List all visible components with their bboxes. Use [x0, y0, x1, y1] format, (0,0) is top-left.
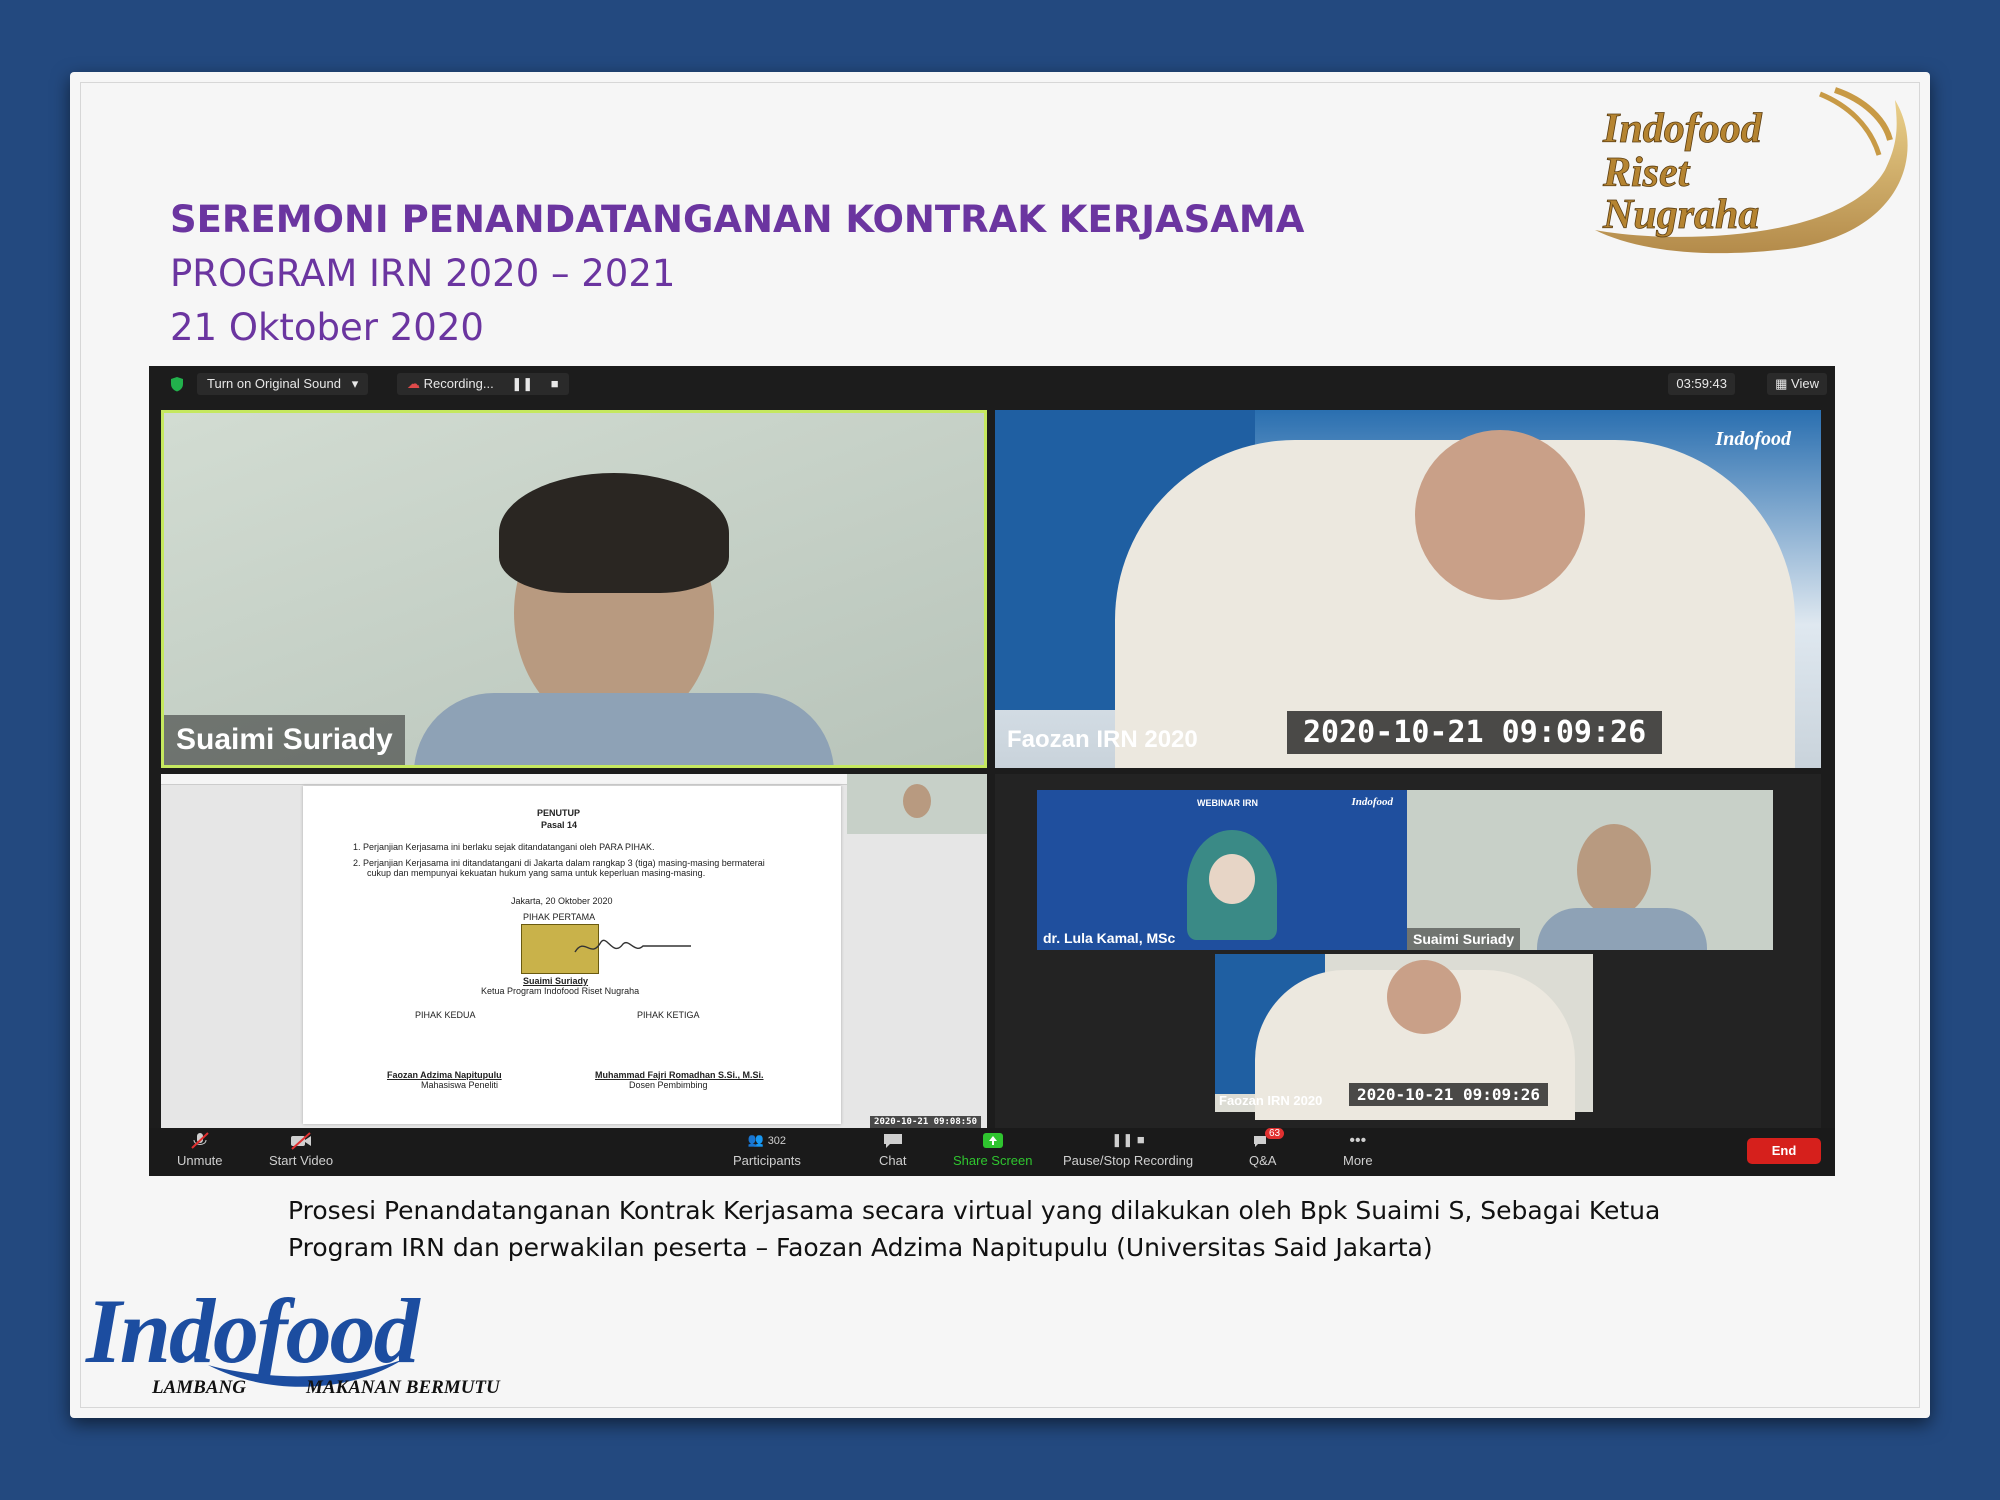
slide-date: 21 Oktober 2020	[170, 306, 484, 349]
timestamp-overlay: 2020-10-21 09:08:50	[870, 1116, 981, 1128]
unmute-button[interactable]: Unmute	[177, 1132, 223, 1168]
slide-title: SEREMONI PENANDATANGANAN KONTRAK KERJASA…	[170, 198, 1305, 241]
participant-name-label: Faozan IRN 2020	[1219, 1093, 1323, 1108]
participant-face	[1209, 854, 1255, 904]
doc-signer-2: Faozan Adzima Napitupulu	[387, 1070, 502, 1080]
more-button[interactable]: ••• More	[1343, 1132, 1373, 1168]
stop-icon[interactable]: ■	[551, 376, 559, 391]
pause-icon[interactable]: ❚❚	[511, 376, 533, 391]
svg-text:Riset: Riset	[1602, 150, 1691, 196]
doc-heading: PENUTUP	[537, 808, 581, 818]
microphone-muted-icon	[191, 1132, 209, 1149]
start-video-button[interactable]: Start Video	[269, 1132, 333, 1168]
zoom-meeting-window: Turn on Original Sound ▾ ☁ Recording... …	[149, 366, 1835, 1176]
timestamp-overlay: 2020-10-21 09:09:26	[1287, 711, 1663, 754]
participant-name-label: Faozan IRN 2020	[1007, 726, 1198, 753]
webinar-label: WEBINAR IRN	[1197, 798, 1258, 808]
share-screen-button[interactable]: Share Screen	[953, 1132, 1033, 1168]
ellipsis-icon: •••	[1349, 1132, 1367, 1149]
participant-face	[1415, 430, 1585, 600]
participant-name-label: Suaimi Suriady	[164, 715, 405, 765]
doc-signer-3-role: Dosen Pembimbing	[629, 1080, 708, 1090]
chat-icon	[883, 1134, 902, 1148]
end-meeting-button[interactable]: End	[1747, 1138, 1821, 1164]
doc-item-2-cont: cukup dan mempunyai kekuatan hukum yang …	[367, 868, 706, 878]
shield-icon[interactable]	[169, 376, 185, 392]
participant-shirt	[414, 693, 834, 765]
thumbnail-face	[903, 784, 931, 818]
doc-signer-3: Muhammad Fajri Romadhan S.Si., M.Si.	[595, 1070, 764, 1080]
gallery-view-tile[interactable]: WEBINAR IRN Indofood dr. Lula Kamal, MSc…	[995, 774, 1821, 1128]
indofood-logo: Indofood LAMBANG MAKANAN BERMUTU	[86, 1285, 506, 1410]
meeting-timer: 03:59:43	[1668, 373, 1735, 395]
video-thumbnail-faozan: Faozan IRN 2020 2020-10-21 09:09:26	[1215, 954, 1593, 1120]
view-button[interactable]: ▦ View	[1767, 373, 1827, 395]
doc-pasal: Pasal 14	[541, 820, 578, 830]
participant-face	[1387, 960, 1461, 1034]
signature	[574, 939, 691, 953]
share-screen-icon	[982, 1133, 1003, 1148]
participants-button[interactable]: 👥 302 Participants	[733, 1132, 801, 1168]
logo-tagline-left: LAMBANG	[152, 1377, 246, 1398]
mini-video-thumbnail[interactable]	[847, 774, 987, 834]
doc-place-date: Jakarta, 20 Oktober 2020	[511, 896, 613, 906]
recording-indicator[interactable]: ☁ Recording... ❚❚ ■	[397, 373, 569, 395]
participants-count: 302	[767, 1135, 787, 1147]
zoom-top-bar: Turn on Original Sound ▾ ☁ Recording... …	[149, 366, 1835, 402]
doc-pihak-2: PIHAK KEDUA	[415, 1010, 476, 1020]
indofood-badge: Indofood	[1351, 796, 1393, 808]
video-thumbnail-suaimi: Suaimi Suriady	[1407, 790, 1773, 950]
participant-face	[1577, 824, 1651, 916]
timestamp-overlay: 2020-10-21 09:09:26	[1349, 1083, 1549, 1106]
video-tile-suaimi[interactable]: Suaimi Suriady	[161, 410, 987, 768]
grid-icon: ▦	[1775, 376, 1788, 391]
pause-stop-recording-button[interactable]: ❚❚ ■ Pause/Stop Recording	[1063, 1132, 1193, 1168]
doc-signer-2-role: Mahasiswa Peneliti	[421, 1080, 499, 1090]
indofood-badge: Indofood	[1715, 428, 1791, 450]
svg-text:Nugraha: Nugraha	[1602, 192, 1759, 238]
webinar-slide-background: WEBINAR IRN Indofood dr. Lula Kamal, MSc	[1037, 790, 1407, 950]
caption-line-2: Program IRN dan perwakilan peserta – Fao…	[288, 1233, 1433, 1262]
slide-subtitle: PROGRAM IRN 2020 – 2021	[170, 252, 676, 295]
qa-badge: 63	[1265, 1128, 1285, 1139]
cloud-icon: ☁	[407, 376, 420, 391]
doc-item-1: 1. Perjanjian Kerjasama ini berlaku seja…	[353, 842, 655, 852]
contract-page: PENUTUP Pasal 14 1. Perjanjian Kerjasama…	[303, 786, 841, 1124]
participant-shirt	[1537, 908, 1707, 950]
caption-line-1: Prosesi Penandatanganan Kontrak Kerjasam…	[288, 1196, 1661, 1225]
slide-caption: Prosesi Penandatanganan Kontrak Kerjasam…	[288, 1192, 1660, 1266]
participant-name-label: dr. Lula Kamal, MSc	[1043, 930, 1176, 946]
doc-signer-1-role: Ketua Program Indofood Riset Nugraha	[481, 986, 640, 996]
doc-item-2: 2. Perjanjian Kerjasama ini ditandatanga…	[353, 858, 765, 868]
original-sound-button[interactable]: Turn on Original Sound ▾	[197, 373, 369, 395]
doc-signer-1: Suaimi Suriady	[523, 976, 589, 986]
zoom-toolbar: Unmute Start Video 👥 302 Participants Ch…	[149, 1128, 1835, 1176]
chat-button[interactable]: Chat	[879, 1132, 906, 1168]
participant-name-label: Suaimi Suriady	[1407, 928, 1521, 950]
logo-tagline-right: MAKANAN BERMUTU	[306, 1377, 500, 1398]
camera-off-icon	[291, 1132, 312, 1150]
qa-button[interactable]: 63 Q&A	[1249, 1128, 1285, 1168]
video-tile-faozan[interactable]: Indofood Faozan IRN 2020 2020-10-21 09:0…	[995, 410, 1821, 768]
people-icon: 👥	[747, 1132, 765, 1147]
pause-stop-icon: ❚❚ ■	[1111, 1132, 1145, 1147]
doc-pihak-1: PIHAK PERTAMA	[523, 912, 596, 922]
doc-pihak-3: PIHAK KETIGA	[637, 1010, 700, 1020]
participant-hair	[499, 473, 729, 593]
participants-icon-row: 👥 302	[733, 1132, 801, 1153]
indofood-riset-nugraha-logo: Indofood Riset Nugraha	[1585, 80, 1915, 260]
svg-text:Indofood: Indofood	[1602, 106, 1763, 152]
shared-screen-document[interactable]: PENUTUP Pasal 14 1. Perjanjian Kerjasama…	[161, 774, 987, 1128]
